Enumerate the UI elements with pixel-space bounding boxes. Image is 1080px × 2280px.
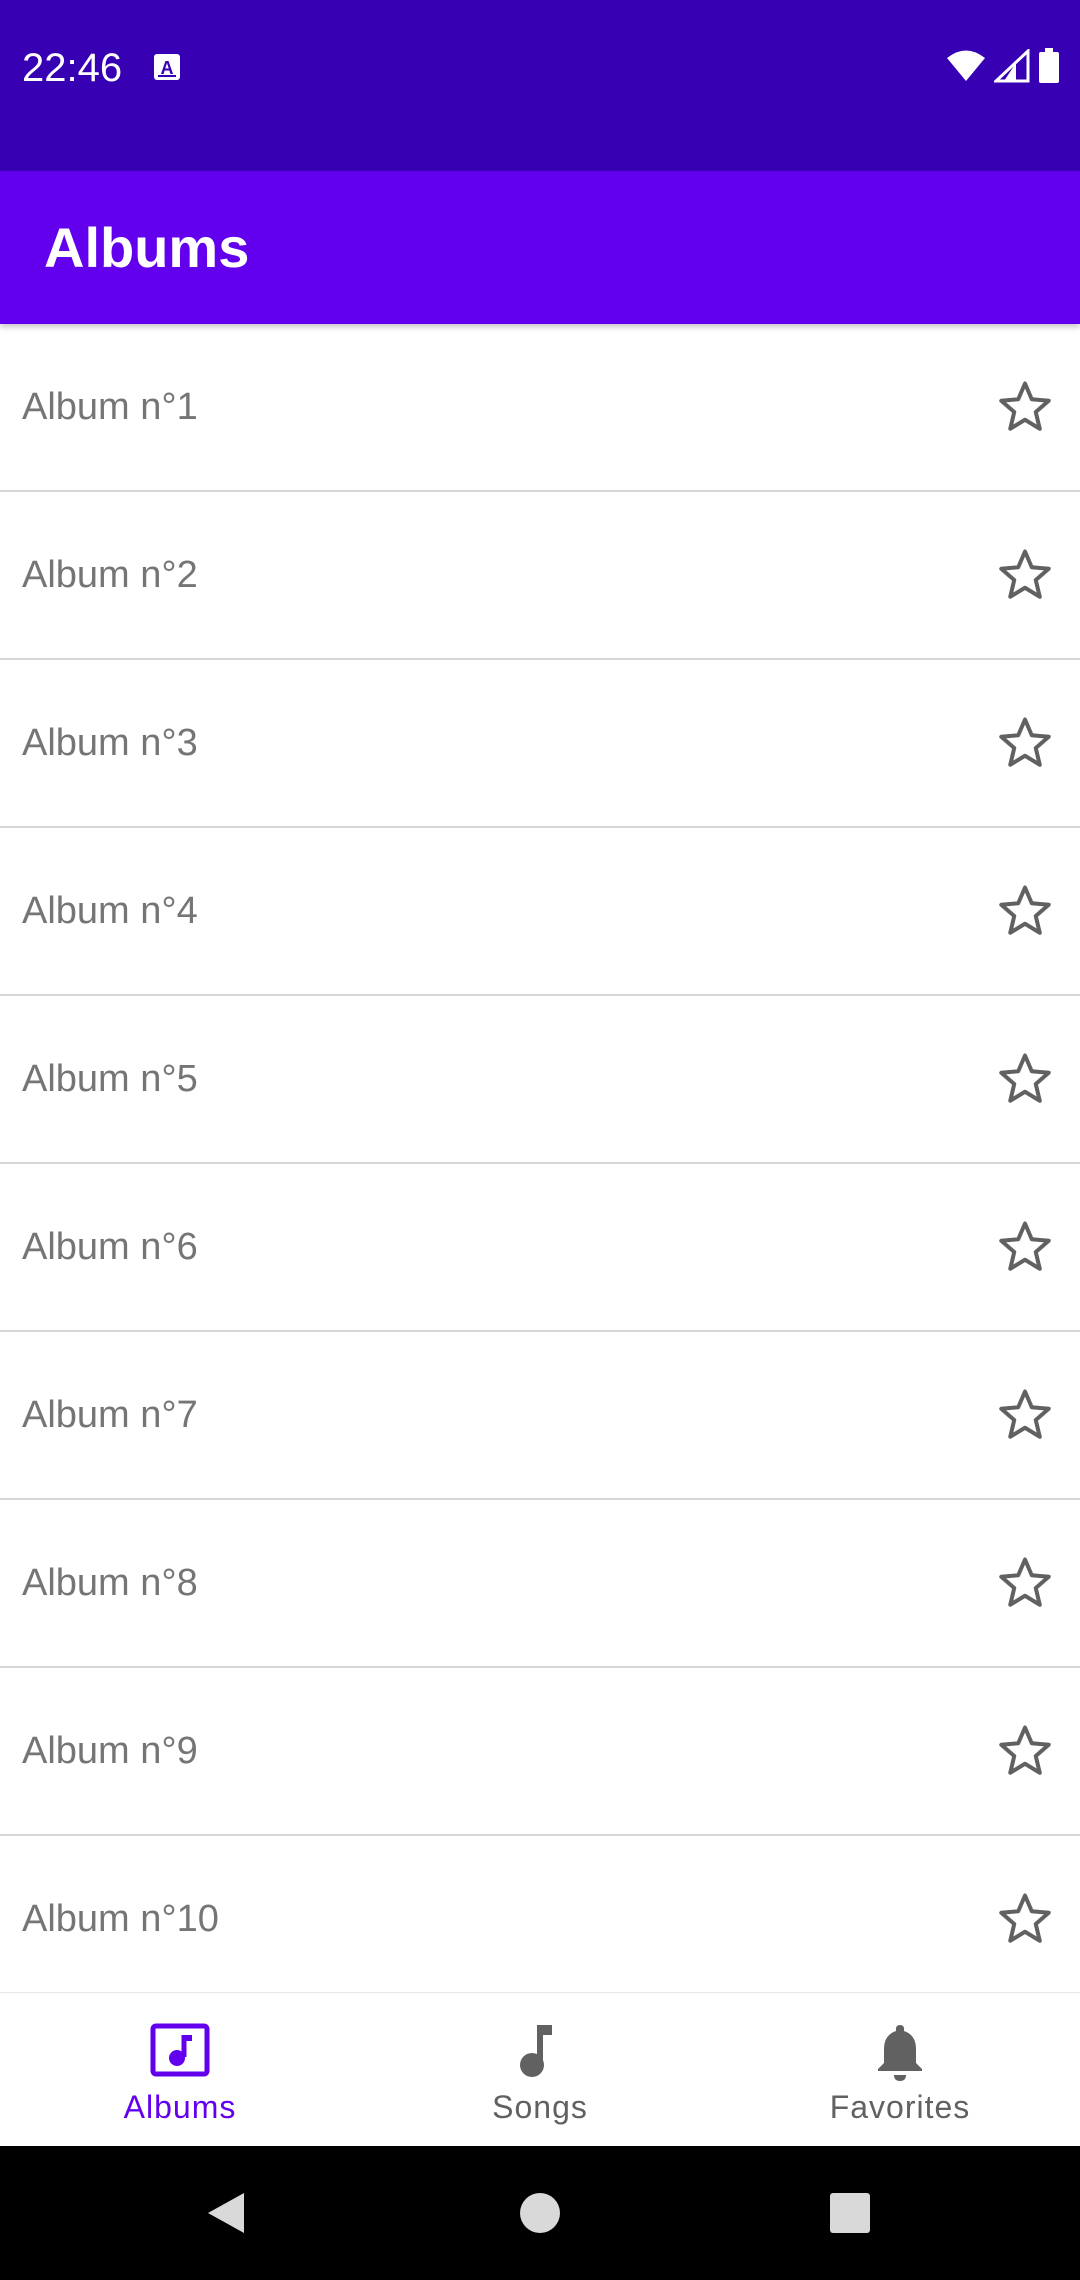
album-list-item[interactable]: Album n°4 [0,828,1080,996]
favorite-star-button[interactable] [992,1550,1058,1616]
album-list-item[interactable]: Album n°8 [0,1500,1080,1668]
page-title: Albums [44,216,250,279]
favorite-star-button[interactable] [992,374,1058,440]
back-button[interactable] [176,2146,276,2280]
status-bar: 22:46 A [0,0,1080,171]
album-icon [150,2023,210,2077]
nav-favorites[interactable]: Favorites [720,1993,1080,2146]
app-bar: Albums [0,171,1080,324]
album-title: Album n°4 [22,890,198,932]
album-title: Album n°3 [22,722,198,764]
star-outline-icon [999,717,1051,767]
album-list-item[interactable]: Album n°6 [0,1164,1080,1332]
favorite-star-button[interactable] [992,710,1058,776]
text-notification-icon: A [154,54,180,80]
album-title: Album n°5 [22,1058,198,1100]
signal-icon [994,49,1030,83]
star-outline-icon [999,381,1051,431]
album-title: Album n°7 [22,1394,198,1436]
nav-songs[interactable]: Songs [360,1993,720,2146]
album-list-item[interactable]: Album n°10 [0,1836,1080,1992]
album-list-item[interactable]: Album n°7 [0,1332,1080,1500]
favorite-star-button[interactable] [992,1214,1058,1280]
nav-favorites-label: Favorites [829,2089,971,2125]
home-button[interactable] [490,2146,590,2280]
favorite-star-button[interactable] [992,878,1058,944]
star-outline-icon [999,1725,1051,1775]
bell-icon [878,2025,922,2081]
album-list-item[interactable]: Album n°1 [0,324,1080,492]
nav-albums[interactable]: Albums [0,1993,360,2146]
recents-button[interactable] [800,2146,900,2280]
favorite-star-button[interactable] [992,1382,1058,1448]
favorite-star-button[interactable] [992,542,1058,608]
favorite-star-button[interactable] [992,1046,1058,1112]
music-note-icon [520,2025,552,2077]
star-outline-icon [999,549,1051,599]
wifi-icon [947,50,985,81]
star-outline-icon [999,1221,1051,1271]
star-outline-icon [999,1389,1051,1439]
home-icon [520,2193,560,2233]
recents-icon [830,2193,870,2233]
star-outline-icon [999,1053,1051,1103]
album-list-item[interactable]: Album n°9 [0,1668,1080,1836]
album-title: Album n°10 [22,1898,219,1940]
album-list-item[interactable]: Album n°2 [0,492,1080,660]
album-title: Album n°1 [22,386,198,428]
album-list-item[interactable]: Album n°5 [0,996,1080,1164]
nav-albums-label: Albums [123,2089,237,2125]
album-title: Album n°9 [22,1730,198,1772]
star-outline-icon [999,1893,1051,1943]
system-navigation-bar [0,2146,1080,2280]
star-outline-icon [999,885,1051,935]
album-title: Album n°8 [22,1562,198,1604]
album-list[interactable]: Album n°1 Album n°2 Album n°3 Album n°4 … [0,324,1080,1992]
album-list-item[interactable]: Album n°3 [0,660,1080,828]
status-time: 22:46 [22,46,123,90]
album-title: Album n°2 [22,554,198,596]
battery-icon [1039,48,1059,83]
back-icon [208,2193,244,2233]
nav-songs-label: Songs [492,2089,588,2125]
album-title: Album n°6 [22,1226,198,1268]
star-outline-icon [999,1557,1051,1607]
favorite-star-button[interactable] [992,1718,1058,1784]
status-icons [946,48,1060,84]
favorite-star-button[interactable] [992,1886,1058,1952]
bottom-navigation: Albums Songs Favorites [0,1992,1080,2146]
